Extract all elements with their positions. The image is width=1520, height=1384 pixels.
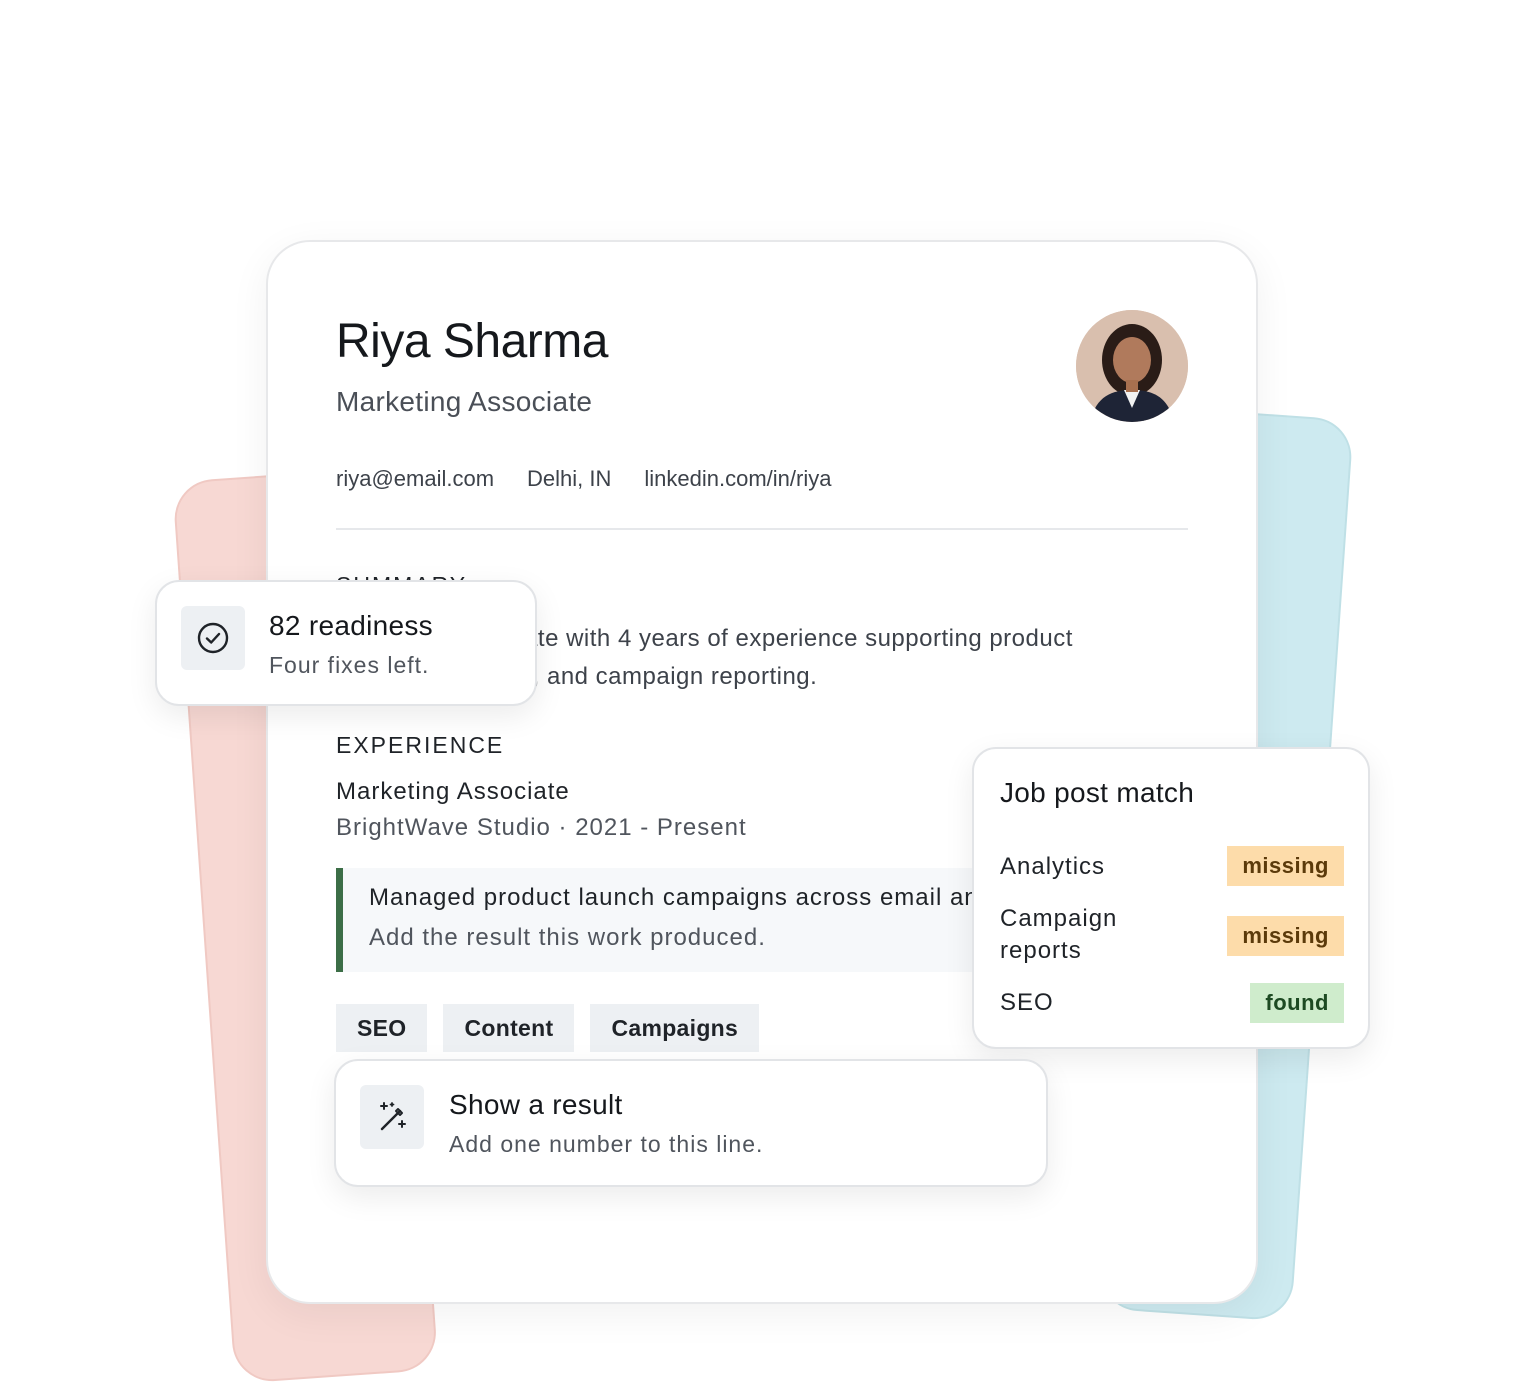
resume-role: Marketing Associate: [336, 386, 593, 417]
suggestion-subtitle: Add one number to this line.: [449, 1131, 764, 1157]
readiness-subtitle: Four fixes left.: [269, 652, 430, 678]
contact-row: riya@email.com Delhi, IN linkedin.com/in…: [336, 466, 831, 492]
check-circle-icon: [197, 622, 229, 654]
readiness-score: 82 readiness: [269, 610, 433, 641]
job-match-card: Job post match Analytics missing Campaig…: [972, 747, 1370, 1049]
skill-tag[interactable]: Content: [443, 1004, 575, 1052]
contact-email[interactable]: riya@email.com: [336, 466, 494, 492]
contact-location: Delhi, IN: [527, 466, 612, 491]
magic-wand-icon: [380, 1102, 406, 1131]
job-meta: BrightWave Studio · 2021 - Present: [336, 814, 747, 841]
suggestion-card[interactable]: Show a result Add one number to this lin…: [334, 1059, 1048, 1187]
divider: [336, 528, 1188, 530]
person-portrait-icon: [1076, 310, 1188, 422]
job-title: Marketing Associate: [336, 778, 570, 805]
match-row-label: Campaign reports: [1000, 905, 1118, 964]
experience-heading: EXPERIENCE: [336, 732, 505, 758]
suggestion-title: Show a result: [449, 1089, 623, 1120]
skill-tags: SEO Content Campaigns: [336, 1004, 760, 1052]
status-badge: missing: [1227, 916, 1344, 956]
skill-tag[interactable]: Campaigns: [590, 1004, 760, 1052]
contact-linkedin[interactable]: linkedin.com/in/riya: [644, 466, 831, 492]
match-row-label: SEO: [1000, 989, 1054, 1016]
suggestion-icon-tile: [360, 1085, 424, 1149]
readiness-icon-tile: [181, 606, 245, 670]
skill-tag[interactable]: SEO: [336, 1004, 428, 1052]
avatar: [1076, 310, 1188, 422]
status-badge: found: [1250, 983, 1344, 1023]
readiness-card[interactable]: 82 readiness Four fixes left.: [155, 580, 537, 706]
job-match-title: Job post match: [1000, 777, 1195, 808]
resume-name: Riya Sharma: [336, 315, 608, 368]
status-badge: missing: [1227, 846, 1344, 886]
match-row-label: Analytics: [1000, 853, 1106, 880]
